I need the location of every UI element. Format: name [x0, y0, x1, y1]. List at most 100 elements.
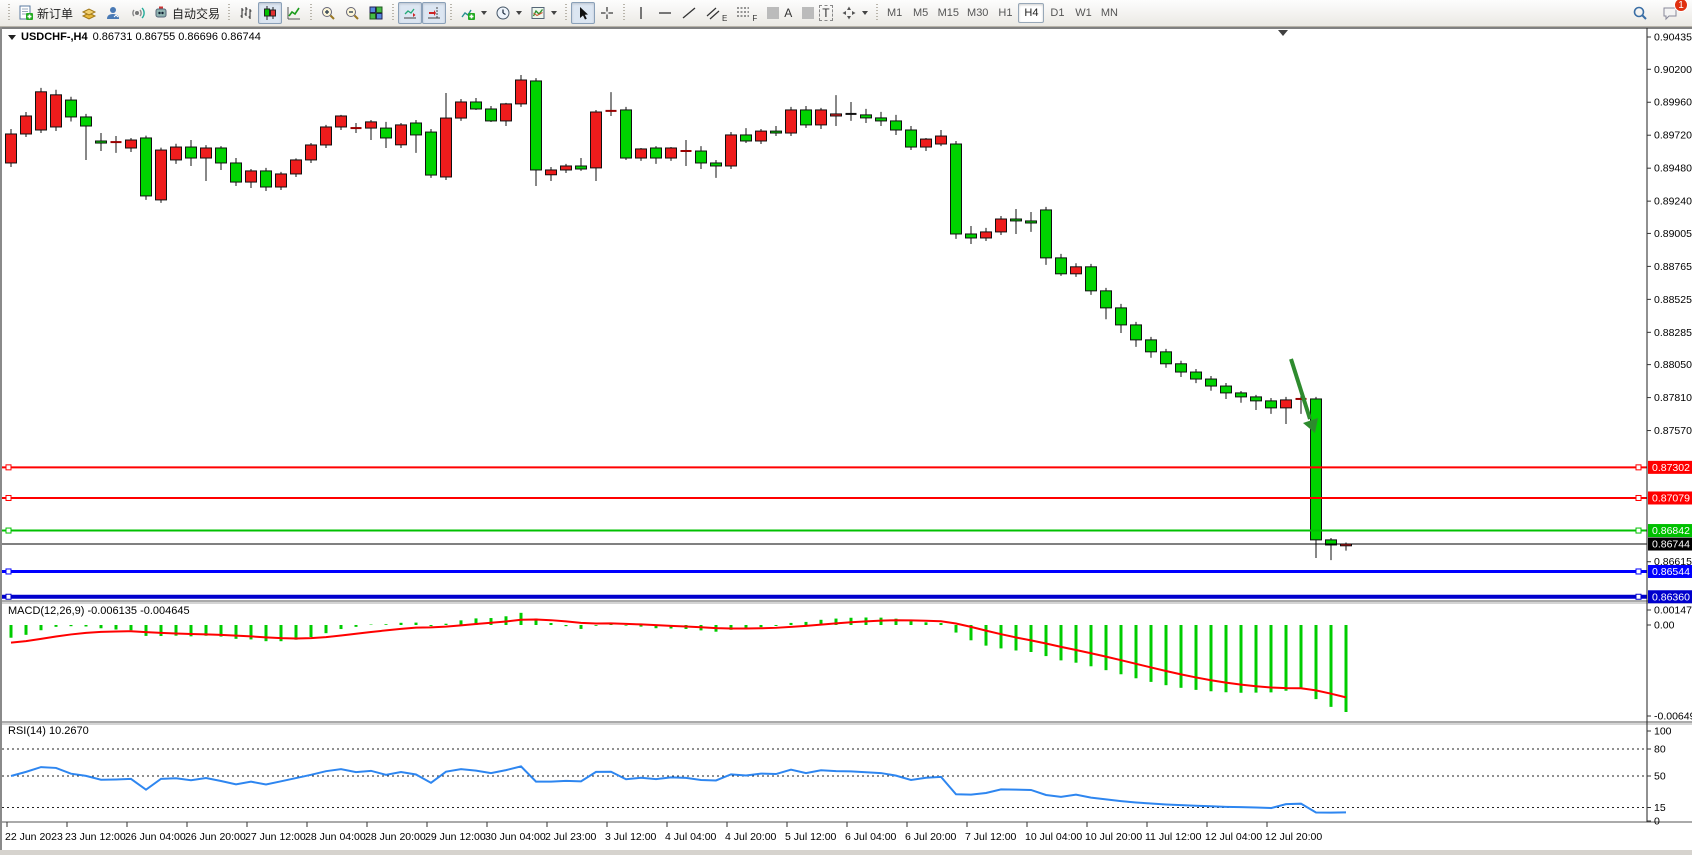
tf-m1[interactable]: M1	[882, 3, 908, 23]
notifications-button[interactable]: 1	[1658, 2, 1682, 24]
resistance-line-1-anchor[interactable]	[1636, 465, 1641, 470]
time-tick-label: 5 Jul 12:00	[785, 831, 837, 843]
resistance-line-2-anchor[interactable]	[1636, 495, 1641, 500]
price-tick-label: 0.87570	[1654, 425, 1692, 437]
channel-button[interactable]: E	[701, 2, 731, 24]
price-tick-label: 0.88285	[1654, 327, 1692, 339]
price-tick-label: 0.89960	[1654, 97, 1692, 109]
zoom-in-button[interactable]	[316, 2, 340, 24]
trendline-button[interactable]	[677, 2, 701, 24]
templates-button[interactable]	[526, 2, 561, 24]
support-line-1-anchor[interactable]	[1636, 528, 1641, 533]
toolbar-group-grip[interactable]	[875, 4, 879, 22]
chart-shift-icon	[426, 5, 442, 21]
tf-m1-label: M1	[887, 7, 902, 19]
tf-d1[interactable]: D1	[1044, 3, 1070, 23]
chart-canvas[interactable]: 0.904350.902000.899600.897200.894800.892…	[2, 27, 1692, 850]
search-icon	[1632, 5, 1648, 21]
auto-trading-button[interactable]: 自动交易	[149, 2, 224, 24]
toolbar-group-grip[interactable]	[564, 4, 568, 22]
signals-button[interactable]	[125, 2, 149, 24]
rsi-axis-label: 50	[1654, 771, 1666, 783]
crosshair-button[interactable]	[595, 2, 619, 24]
svg-text:0.86842: 0.86842	[1652, 525, 1690, 537]
time-tick-label: 27 Jun 12:00	[245, 831, 306, 843]
templates-button-caret-icon[interactable]	[551, 11, 557, 15]
tf-h4[interactable]: H4	[1018, 3, 1044, 23]
arrows-button[interactable]	[837, 2, 872, 24]
tf-m15[interactable]: M15	[934, 3, 963, 23]
new-order-button[interactable]: 新订单	[14, 2, 77, 24]
toolbar-group-grip[interactable]	[7, 4, 11, 22]
tf-m30[interactable]: M30	[963, 3, 992, 23]
periods-button[interactable]	[491, 2, 526, 24]
price-tick-label: 0.89005	[1654, 228, 1692, 240]
tf-m5[interactable]: M5	[908, 3, 934, 23]
notification-badge: 1	[1674, 0, 1688, 12]
tf-h1[interactable]: H1	[992, 3, 1018, 23]
line-chart-button[interactable]	[282, 2, 306, 24]
macd-axis-label: 0.00	[1654, 620, 1675, 632]
zoom-out-button[interactable]	[340, 2, 364, 24]
toolbar-group-grip[interactable]	[391, 4, 395, 22]
svg-text:0.87302: 0.87302	[1652, 462, 1690, 474]
tf-w1[interactable]: W1	[1070, 3, 1096, 23]
support-line-3-price-label: 0.86360	[1648, 590, 1692, 603]
indicators-icon	[460, 5, 476, 21]
chart-dropdown-icon[interactable]	[8, 35, 16, 40]
time-tick-label: 4 Jul 04:00	[665, 831, 717, 843]
tf-mn[interactable]: MN	[1096, 3, 1122, 23]
support-line-2-anchor[interactable]	[6, 569, 11, 574]
arrows-button-caret-icon[interactable]	[862, 11, 868, 15]
indicators-button[interactable]	[456, 2, 491, 24]
bid-price-label: 0.86744	[1648, 538, 1692, 551]
toolbar-group-grip[interactable]	[227, 4, 231, 22]
candlestick-button[interactable]	[258, 2, 282, 24]
chart-window[interactable]: USDCHF-,H4 0.86731 0.86755 0.86696 0.867…	[0, 27, 1692, 850]
cursor-button[interactable]	[571, 2, 595, 24]
tf-m15-label: M15	[938, 7, 959, 19]
toolbar-group-grip[interactable]	[449, 4, 453, 22]
tf-mn-label: MN	[1101, 7, 1118, 19]
auto-trading-icon	[153, 5, 169, 21]
signals-icon	[129, 5, 145, 21]
time-tick-label: 3 Jul 12:00	[605, 831, 657, 843]
auto-scroll-button[interactable]	[398, 2, 422, 24]
periods-button-caret-icon[interactable]	[516, 11, 522, 15]
macd-axis-label: 0.001477	[1654, 605, 1692, 617]
tf-w1-label: W1	[1075, 7, 1092, 19]
arrows-icon	[841, 5, 857, 21]
support-line-2-anchor[interactable]	[1636, 569, 1641, 574]
time-tick-label: 2 Jul 23:00	[545, 831, 597, 843]
time-tick-label: 23 Jun 12:00	[65, 831, 126, 843]
time-tick-label: 12 Jul 04:00	[1205, 831, 1262, 843]
search-button[interactable]	[1628, 2, 1652, 24]
support-line-3-anchor[interactable]	[6, 594, 11, 599]
fibonacci-button[interactable]: F	[731, 2, 761, 24]
support-line-2-price-label: 0.86544	[1648, 565, 1692, 578]
zoom-in-icon	[320, 5, 336, 21]
macd-axis-label: -0.006497	[1654, 711, 1692, 723]
trendline-icon	[681, 5, 697, 21]
chart-shift-button[interactable]	[422, 2, 446, 24]
text-button[interactable]: A	[761, 2, 796, 24]
svg-text:0.87079: 0.87079	[1652, 492, 1690, 504]
resistance-line-1-anchor[interactable]	[6, 465, 11, 470]
price-tick-label: 0.88525	[1654, 294, 1692, 306]
support-line-3-anchor[interactable]	[1636, 594, 1641, 599]
support-line-1-anchor[interactable]	[6, 528, 11, 533]
toolbar-group-grip[interactable]	[622, 4, 626, 22]
vertical-line-button[interactable]	[629, 2, 653, 24]
toolbar: 新订单 自动交易 EFAT M1 M5 M15 M30 H1H4D1 W1 MN 1	[0, 0, 1692, 27]
expert-advisor-button[interactable]	[101, 2, 125, 24]
bar-chart-button[interactable]	[234, 2, 258, 24]
label-button[interactable]: T	[796, 2, 836, 24]
indicators-button-caret-icon[interactable]	[481, 11, 487, 15]
resistance-line-2-anchor[interactable]	[6, 495, 11, 500]
tf-m30-label: M30	[967, 7, 988, 19]
time-tick-label: 4 Jul 20:00	[725, 831, 777, 843]
tile-windows-button[interactable]	[364, 2, 388, 24]
toolbar-group-grip[interactable]	[309, 4, 313, 22]
horizontal-line-button[interactable]	[653, 2, 677, 24]
market-button[interactable]	[77, 2, 101, 24]
